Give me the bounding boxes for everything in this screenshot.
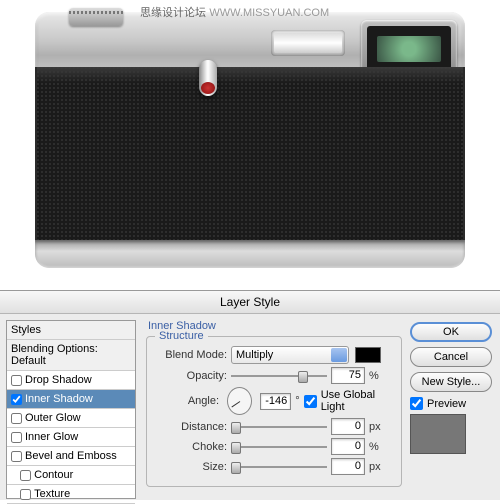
style-contour[interactable]: Contour	[7, 466, 135, 485]
style-texture[interactable]: Texture	[7, 485, 135, 504]
camera-flash	[271, 30, 345, 56]
styles-header[interactable]: Styles	[7, 321, 135, 340]
cancel-button[interactable]: Cancel	[410, 347, 492, 367]
angle-input[interactable]: -146	[260, 393, 291, 410]
global-light-label: Use Global Light	[321, 389, 393, 413]
structure-legend: Structure	[155, 330, 208, 342]
dialog-buttons: OK Cancel New Style... Preview	[410, 314, 500, 499]
settings-panel: Inner Shadow Structure Blend Mode: Multi…	[136, 314, 410, 499]
distance-slider[interactable]	[231, 420, 327, 434]
preview-label: Preview	[427, 398, 466, 410]
choke-input[interactable]: 0	[331, 438, 365, 455]
inner-glow-checkbox[interactable]	[11, 432, 22, 443]
blend-mode-select[interactable]: Multiply	[231, 346, 349, 364]
camera-illustration	[35, 12, 465, 268]
choke-slider[interactable]	[231, 440, 327, 454]
style-outer-glow[interactable]: Outer Glow	[7, 409, 135, 428]
camera-leather-body	[35, 67, 465, 242]
viewfinder-glass	[377, 36, 441, 62]
texture-checkbox[interactable]	[20, 489, 31, 500]
bevel-checkbox[interactable]	[11, 451, 22, 462]
structure-group: Structure Blend Mode: Multiply Opacity: …	[146, 336, 402, 487]
layer-style-dialog: Layer Style Styles Blending Options: Def…	[0, 290, 500, 500]
size-slider[interactable]	[231, 460, 327, 474]
camera-dial	[69, 8, 123, 26]
size-label: Size:	[155, 461, 227, 473]
dialog-title: Layer Style	[0, 291, 500, 314]
preview-swatch	[410, 414, 466, 454]
unit-label: px	[369, 421, 381, 433]
shadow-color-swatch[interactable]	[355, 347, 381, 363]
distance-input[interactable]: 0	[331, 418, 365, 435]
unit-label: °	[295, 395, 299, 407]
camera-preview	[0, 0, 500, 290]
unit-label: px	[369, 461, 381, 473]
contour-checkbox[interactable]	[20, 470, 31, 481]
unit-label: %	[369, 441, 379, 453]
styles-list: Styles Blending Options: Default Drop Sh…	[6, 320, 136, 499]
inner-shadow-checkbox[interactable]	[11, 394, 22, 405]
preview-checkbox[interactable]	[410, 397, 423, 410]
style-bevel-emboss[interactable]: Bevel and Emboss	[7, 447, 135, 466]
style-label: Inner Glow	[25, 431, 78, 443]
angle-dial[interactable]	[227, 387, 252, 415]
camera-knob	[199, 60, 217, 96]
style-label: Drop Shadow	[25, 374, 92, 386]
opacity-input[interactable]: 75	[331, 367, 365, 384]
viewfinder-inner	[367, 26, 451, 72]
choke-label: Choke:	[155, 441, 227, 453]
new-style-button[interactable]: New Style...	[410, 372, 492, 392]
distance-label: Distance:	[155, 421, 227, 433]
unit-label: %	[369, 370, 379, 382]
style-drop-shadow[interactable]: Drop Shadow	[7, 371, 135, 390]
style-inner-shadow[interactable]: Inner Shadow	[7, 390, 135, 409]
style-label: Contour	[34, 469, 73, 481]
style-label: Outer Glow	[25, 412, 81, 424]
global-light-checkbox[interactable]	[304, 395, 317, 408]
outer-glow-checkbox[interactable]	[11, 413, 22, 424]
watermark: 思缘设计论坛 WWW.MISSYUAN.COM	[140, 4, 329, 20]
style-inner-glow[interactable]: Inner Glow	[7, 428, 135, 447]
style-label: Texture	[34, 488, 70, 500]
style-label: Inner Shadow	[25, 393, 93, 405]
opacity-label: Opacity:	[155, 370, 227, 382]
style-label: Bevel and Emboss	[25, 450, 117, 462]
angle-label: Angle:	[155, 395, 219, 407]
blending-options-row[interactable]: Blending Options: Default	[7, 340, 135, 371]
drop-shadow-checkbox[interactable]	[11, 375, 22, 386]
camera-bottom-plate	[35, 240, 465, 268]
ok-button[interactable]: OK	[410, 322, 492, 342]
blend-mode-label: Blend Mode:	[155, 349, 227, 361]
opacity-slider[interactable]	[231, 369, 327, 383]
size-input[interactable]: 0	[331, 458, 365, 475]
